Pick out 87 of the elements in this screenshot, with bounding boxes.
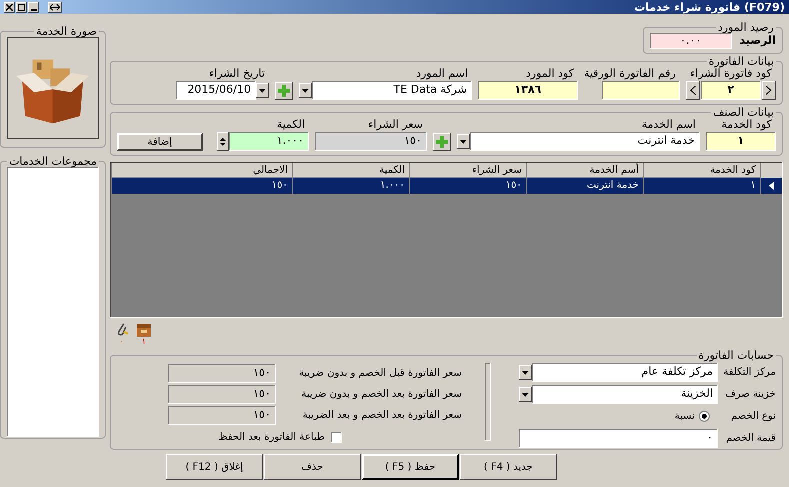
close-button[interactable] xyxy=(4,2,15,12)
group-title: صورة الخدمة xyxy=(35,26,98,37)
window-title: (F079) فاتورة شراء خدمات xyxy=(634,2,785,12)
discount-value-field[interactable]: ٠ xyxy=(519,429,718,448)
dropdown-field[interactable]: مركز تكلفة عام xyxy=(532,363,718,382)
action-button[interactable]: إغلاق ( F12 ) xyxy=(166,454,263,480)
plus-icon xyxy=(436,136,448,148)
field-label: سعر الشراء xyxy=(368,118,424,132)
balance-label: الرصيد xyxy=(740,34,776,49)
total-field[interactable]: ١٥٠ xyxy=(168,406,276,425)
chevron-left-icon xyxy=(690,86,696,95)
group-title: بيانات الصنف xyxy=(712,107,775,118)
total-label: سعر الفاتورة قبل الخصم و بدون ضريبة xyxy=(298,367,462,381)
close-icon xyxy=(6,4,13,10)
resize-icon xyxy=(50,4,60,10)
supplier-name-field[interactable]: شركة TE Data xyxy=(312,81,472,100)
table-cell: ١٥٠ xyxy=(409,178,526,194)
supplier-code-field[interactable]: ١٣٨٦ xyxy=(478,81,578,100)
add-item-button[interactable]: إضافة xyxy=(117,133,203,151)
caret-icon xyxy=(302,88,310,92)
previous-button[interactable] xyxy=(686,81,700,100)
resize-button[interactable] xyxy=(48,2,62,12)
field-label: خزينة صرف xyxy=(724,388,776,402)
caret-icon xyxy=(460,140,467,144)
action-button[interactable]: حذف xyxy=(264,454,361,480)
maximize-button[interactable] xyxy=(16,2,27,12)
quantity-field[interactable]: ١.٠٠٠ xyxy=(229,132,309,151)
paper-number-field[interactable] xyxy=(602,81,680,100)
balance-field: ٠.٠٠ xyxy=(650,33,732,50)
table-cell: ١ xyxy=(643,178,760,194)
group-title: مجموعات الخدمات xyxy=(8,156,98,167)
action-button[interactable]: جديد ( F4 ) xyxy=(460,454,557,480)
add-button[interactable] xyxy=(275,82,294,100)
group-title: رصيد المورد xyxy=(717,22,775,33)
field-label: كود فاتورة الشراء xyxy=(690,67,773,81)
field-label: تاريخ الشراء xyxy=(209,67,266,81)
row-pointer-icon xyxy=(769,182,774,190)
table-cell: ١٥٠ xyxy=(111,178,292,194)
field-label: كود الخدمة xyxy=(722,118,773,132)
field-label: اسم المورد xyxy=(416,67,470,81)
table-row[interactable]: ١ خدمة انترنت ١٥٠ ١.٠٠٠ ١٥٠ xyxy=(111,178,782,194)
group-title: حسابات الفاتورة xyxy=(698,350,775,361)
print-option[interactable]: طباعة الفاتورة بعد الحفظ xyxy=(168,430,342,445)
chevron-right-icon xyxy=(766,86,772,95)
total-label: سعر الفاتورة بعد الخصم و بدون ضريبة xyxy=(300,388,462,402)
count-label: ١ xyxy=(142,338,146,346)
radio-button[interactable] xyxy=(699,411,710,422)
date-field[interactable]: 2015/06/10 xyxy=(176,81,256,100)
table-cell: ١.٠٠٠ xyxy=(292,178,409,194)
dropdown-button[interactable] xyxy=(457,134,470,149)
maximize-icon xyxy=(18,4,25,10)
caret-icon xyxy=(522,392,529,396)
field-label: نوع الخصم xyxy=(730,410,776,424)
caret-up-icon xyxy=(220,138,226,140)
field-label: الكمية xyxy=(276,118,306,132)
dropdown-button[interactable] xyxy=(519,365,532,380)
service-code-field[interactable]: ١ xyxy=(706,132,776,151)
radio-option[interactable]: نسبة xyxy=(674,409,710,424)
add-button[interactable] xyxy=(433,133,451,151)
table-cell: خدمة انترنت xyxy=(526,178,643,194)
next-button[interactable] xyxy=(762,81,776,100)
checkbox[interactable] xyxy=(331,432,342,443)
field-label: رقم الفاتورة الورقية xyxy=(584,67,677,81)
dropdown-field[interactable]: الخزينة xyxy=(532,385,718,404)
dropdown-button[interactable] xyxy=(256,83,270,98)
spin-button[interactable] xyxy=(217,132,229,151)
group-title: بيانات الفاتورة xyxy=(708,56,775,67)
plus-icon xyxy=(278,85,290,97)
minimize-button[interactable] xyxy=(28,2,39,12)
dropdown-button[interactable] xyxy=(299,83,312,98)
count-label: ٠ xyxy=(120,338,124,346)
field-label: قيمة الخصم xyxy=(725,432,776,446)
service-name-field[interactable]: خدمة انترنت xyxy=(470,132,700,151)
box-icon xyxy=(136,322,152,338)
total-field[interactable]: ١٥٠ xyxy=(168,364,276,383)
action-button[interactable]: حفظ ( F5 ) xyxy=(362,454,459,480)
field-label: اسم الخدمة xyxy=(642,118,697,132)
total-field[interactable]: ١٥٠ xyxy=(168,385,276,404)
field-label: كود المورد xyxy=(526,67,576,81)
field-label: مركز التكلفة xyxy=(722,366,776,380)
price-field[interactable]: ١٥٠ xyxy=(315,132,427,151)
purchase-code-field[interactable]: ٢ xyxy=(701,81,761,100)
dropdown-button[interactable] xyxy=(519,387,532,402)
caret-icon xyxy=(259,88,266,92)
caret-icon xyxy=(522,370,529,374)
caret-down-icon xyxy=(220,142,226,146)
total-label: سعر الفاتورة بعد الخصم و بعد الضريبة xyxy=(302,409,462,423)
